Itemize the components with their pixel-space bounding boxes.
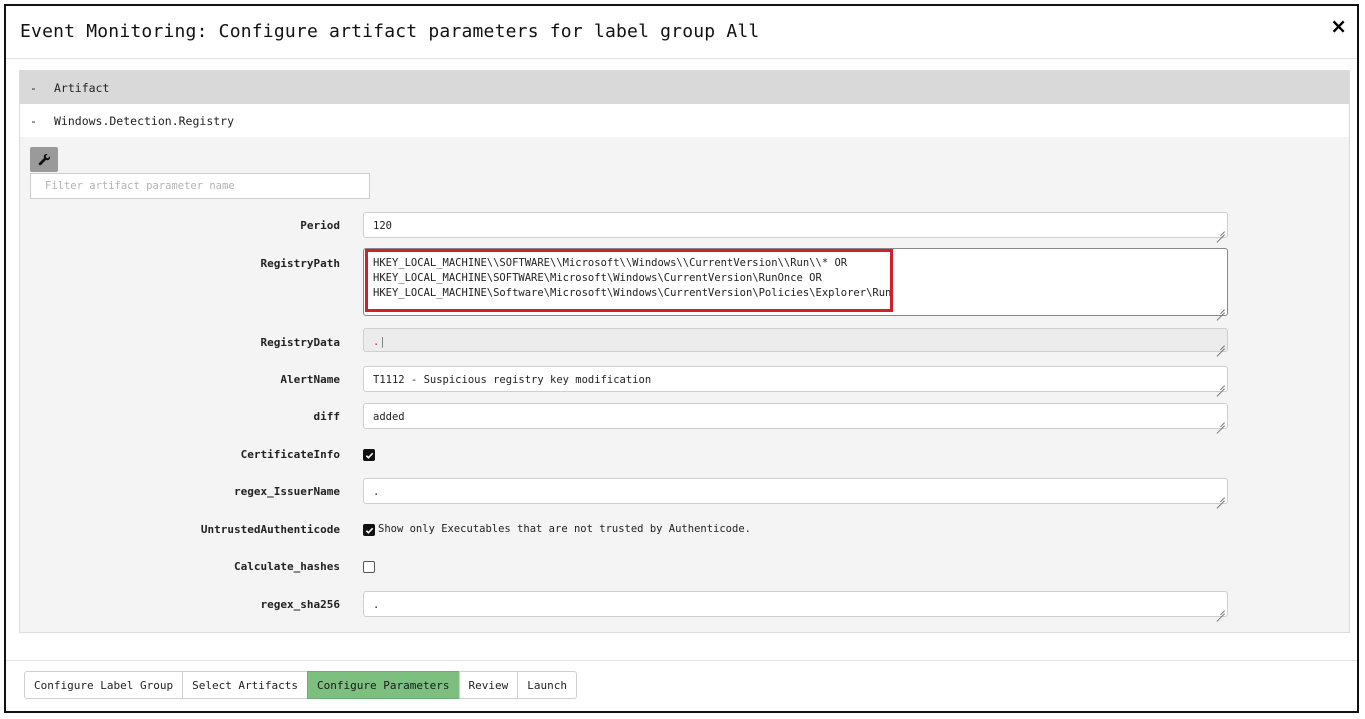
param-label-alertname: AlertName	[280, 373, 340, 386]
param-label-certificateinfo: CertificateInfo	[240, 448, 340, 461]
period-field[interactable]: 120	[363, 212, 1228, 238]
wrench-button[interactable]	[30, 147, 58, 172]
regex-issuername-value: .	[373, 486, 380, 498]
resize-handle[interactable]	[1216, 340, 1225, 349]
step-launch[interactable]: Launch	[517, 671, 577, 699]
collapse-toggle[interactable]: -	[20, 114, 54, 128]
regex-sha256-value: .	[373, 599, 380, 611]
resize-handle[interactable]	[1216, 605, 1225, 614]
close-icon[interactable]: ×	[1330, 16, 1347, 36]
registrypath-line: HKEY_LOCAL_MACHINE\\SOFTWARE\\Microsoft\…	[373, 257, 848, 269]
param-label-registrypath: RegistryPath	[260, 257, 340, 270]
calculate-hashes-checkbox[interactable]	[363, 561, 375, 573]
resize-handle[interactable]	[1216, 380, 1225, 389]
checkmark-icon	[365, 452, 373, 459]
registrypath-line: HKEY_LOCAL_MACHINE\SOFTWARE\Microsoft\Wi…	[373, 272, 822, 284]
wrench-icon	[38, 153, 50, 166]
step-configure-parameters[interactable]: Configure Parameters	[307, 671, 460, 699]
registrydata-field[interactable]: .|	[363, 328, 1228, 352]
registrypath-line: HKEY_LOCAL_MACHINE\Software\Microsoft\Wi…	[373, 287, 892, 299]
dialog-title: Event Monitoring: Configure artifact par…	[20, 21, 760, 42]
tree-row-artifact[interactable]: - Artifact	[20, 71, 1349, 104]
checkmark-icon	[365, 527, 373, 534]
untrustedauthenticode-description: Show only Executables that are not trust…	[378, 523, 751, 535]
diff-value: added	[373, 411, 405, 423]
step-review[interactable]: Review	[458, 671, 519, 699]
footer-divider	[6, 660, 1357, 661]
param-label-regex-issuername: regex_IssuerName	[234, 485, 340, 498]
wizard-steps: Configure Label Group Select Artifacts C…	[24, 671, 577, 699]
param-label-regex-sha256: regex_sha256	[260, 598, 340, 611]
parameters-panel: - Artifact - Windows.Detection.Registry …	[19, 70, 1350, 633]
param-label-registrydata: RegistryData	[260, 336, 340, 349]
param-label-calculate-hashes: Calculate_hashes	[234, 560, 340, 573]
step-select-artifacts[interactable]: Select Artifacts	[182, 671, 309, 699]
tree-row-label: Artifact	[54, 80, 110, 95]
regex-sha256-field[interactable]: .	[363, 591, 1228, 617]
registrypath-field[interactable]: HKEY_LOCAL_MACHINE\\SOFTWARE\\Microsoft\…	[363, 248, 1228, 316]
resize-handle[interactable]	[1216, 304, 1225, 313]
tree-row-label: Windows.Detection.Registry	[54, 113, 235, 128]
resize-handle[interactable]	[1216, 226, 1225, 235]
step-configure-label-group[interactable]: Configure Label Group	[24, 671, 184, 699]
untrustedauthenticode-checkbox[interactable]	[363, 524, 375, 536]
param-label-period: Period	[300, 219, 340, 232]
certificateinfo-checkbox[interactable]	[363, 449, 375, 461]
dialog: Event Monitoring: Configure artifact par…	[4, 4, 1359, 713]
resize-handle[interactable]	[1216, 417, 1225, 426]
tree-row-artifact-name[interactable]: - Windows.Detection.Registry	[20, 104, 1349, 137]
regex-issuername-field[interactable]: .	[363, 478, 1228, 504]
collapse-toggle[interactable]: -	[20, 81, 54, 95]
dialog-header: Event Monitoring: Configure artifact par…	[6, 6, 1357, 59]
period-value: 120	[373, 220, 392, 232]
param-label-diff: diff	[313, 410, 341, 423]
resize-handle[interactable]	[1216, 492, 1225, 501]
alertname-field[interactable]: T1112 - Suspicious registry key modifica…	[363, 366, 1228, 392]
param-label-untrustedauthenticode: UntrustedAuthenticode	[200, 523, 340, 536]
diff-field[interactable]: added	[363, 403, 1228, 429]
filter-parameter-input[interactable]	[30, 173, 370, 199]
alertname-value: T1112 - Suspicious registry key modifica…	[373, 374, 652, 386]
